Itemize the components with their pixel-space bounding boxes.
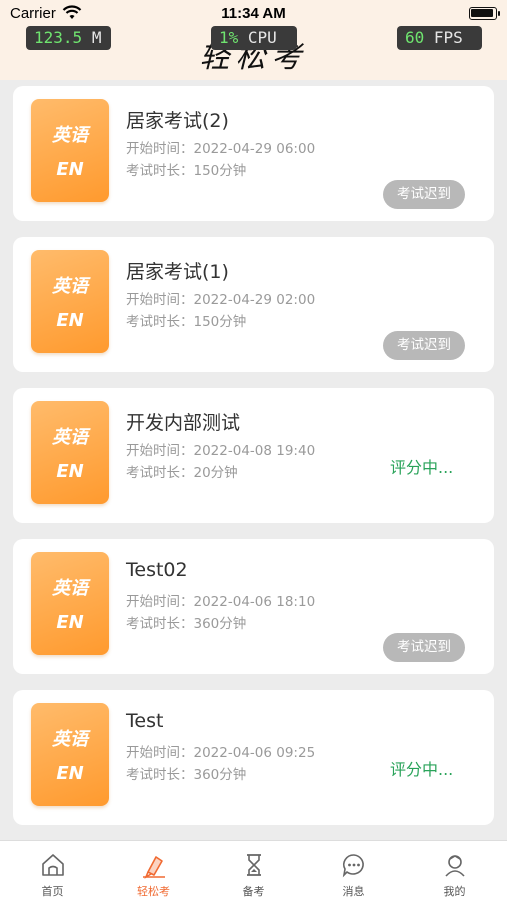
duration-value: 150分钟 [193, 163, 247, 179]
duration-value: 360分钟 [193, 767, 247, 783]
subject-en: EN [56, 763, 84, 784]
duration-label: 考试时长： [126, 163, 194, 179]
start-value: 2022-04-06 09:25 [193, 745, 316, 761]
subject-badge: 英语 EN [31, 552, 109, 655]
subject-en: EN [56, 159, 84, 180]
cpu-meter: 1% CPU [211, 26, 297, 50]
exam-duration: 考试时长：360分钟 [126, 612, 246, 632]
subject-cn: 英语 [52, 729, 88, 750]
exam-start-time: 开始时间：2022-04-29 06:00 [126, 137, 315, 157]
late-status-button[interactable]: 考试迟到 [383, 331, 465, 360]
exam-title: Test02 [126, 559, 188, 581]
late-status-button[interactable]: 考试迟到 [383, 180, 465, 209]
tab-home[interactable]: 首页 [2, 841, 103, 900]
profile-icon [445, 855, 465, 877]
chat-icon [342, 854, 364, 878]
grading-status: 评分中... [390, 760, 454, 779]
exam-start-time: 开始时间：2022-04-06 09:25 [126, 741, 315, 761]
tab-bar: 首页 轻松考 备考 消息 我的 [0, 840, 507, 900]
cpu-label: CPU [247, 28, 277, 47]
pen-icon [143, 856, 165, 879]
start-value: 2022-04-29 06:00 [193, 141, 316, 157]
tab-label: 首页 [41, 885, 64, 898]
start-value: 2022-04-29 02:00 [193, 292, 316, 308]
exam-start-time: 开始时间：2022-04-06 18:10 [126, 590, 315, 610]
exam-start-time: 开始时间：2022-04-29 02:00 [126, 288, 315, 308]
duration-value: 150分钟 [193, 314, 247, 330]
subject-badge: 英语 EN [31, 401, 109, 504]
tab-label: 备考 [242, 885, 265, 898]
start-label: 开始时间： [126, 745, 194, 761]
exam-title: 居家考试(2) [126, 110, 229, 132]
exam-title: 开发内部测试 [126, 412, 241, 434]
exam-card[interactable]: 英语 EN Test 开始时间：2022-04-06 09:25 考试时长：36… [13, 690, 494, 825]
exam-duration: 考试时长：20分钟 [126, 461, 238, 481]
subject-en: EN [56, 612, 84, 633]
start-label: 开始时间： [126, 443, 194, 459]
cpu-value: 1% [219, 28, 239, 47]
exam-title: 居家考试(1) [126, 261, 229, 283]
tab-label: 轻松考 [137, 885, 170, 898]
fps-value: 60 [405, 28, 425, 47]
exam-duration: 考试时长：150分钟 [126, 159, 246, 179]
exam-card[interactable]: 英语 EN 居家考试(1) 开始时间：2022-04-29 02:00 考试时长… [13, 237, 494, 372]
tab-label: 我的 [443, 885, 466, 898]
tab-messages[interactable]: 消息 [303, 841, 404, 900]
late-status-button[interactable]: 考试迟到 [383, 633, 465, 662]
subject-cn: 英语 [52, 276, 88, 297]
tab-exam[interactable]: 轻松考 [103, 841, 204, 900]
subject-en: EN [56, 310, 84, 331]
status-time: 11:34 AM [221, 5, 286, 22]
duration-label: 考试时长： [126, 465, 194, 481]
tab-profile[interactable]: 我的 [404, 841, 505, 900]
start-value: 2022-04-06 18:10 [193, 594, 316, 610]
home-icon [42, 854, 64, 876]
start-label: 开始时间： [126, 292, 194, 308]
exam-card[interactable]: 英语 EN Test02 开始时间：2022-04-06 18:10 考试时长：… [13, 539, 494, 674]
subject-en: EN [56, 461, 84, 482]
start-value: 2022-04-08 19:40 [193, 443, 316, 459]
duration-label: 考试时长： [126, 314, 194, 330]
duration-value: 20分钟 [193, 465, 238, 481]
hourglass-icon [247, 854, 261, 876]
subject-badge: 英语 EN [31, 99, 109, 202]
exam-title: Test [126, 710, 164, 732]
subject-cn: 英语 [52, 427, 88, 448]
status-bar: Carrier 11:34 AM [0, 0, 507, 28]
subject-cn: 英语 [52, 578, 88, 599]
start-label: 开始时间： [126, 141, 194, 157]
duration-value: 360分钟 [193, 616, 247, 632]
tab-label: 消息 [342, 885, 365, 898]
start-label: 开始时间： [126, 594, 194, 610]
exam-card[interactable]: 英语 EN 居家考试(2) 开始时间：2022-04-29 06:00 考试时长… [13, 86, 494, 221]
subject-badge: 英语 EN [31, 250, 109, 353]
tab-prepare[interactable]: 备考 [203, 841, 304, 900]
subject-cn: 英语 [52, 125, 88, 146]
duration-label: 考试时长： [126, 616, 194, 632]
battery-icon [469, 7, 500, 20]
duration-label: 考试时长： [126, 767, 194, 783]
exam-duration: 考试时长：150分钟 [126, 310, 246, 330]
subject-badge: 英语 EN [31, 703, 109, 806]
exam-duration: 考试时长：360分钟 [126, 763, 246, 783]
grading-status: 评分中... [390, 458, 454, 477]
exam-card[interactable]: 英语 EN 开发内部测试 开始时间：2022-04-08 19:40 考试时长：… [13, 388, 494, 523]
exam-start-time: 开始时间：2022-04-08 19:40 [126, 439, 315, 459]
app-header: Carrier 11:34 AM 123.5 M 轻松考 1% CPU 60 F… [0, 0, 507, 80]
fps-meter: 60 FPS [397, 26, 482, 50]
fps-label: FPS [433, 28, 463, 47]
